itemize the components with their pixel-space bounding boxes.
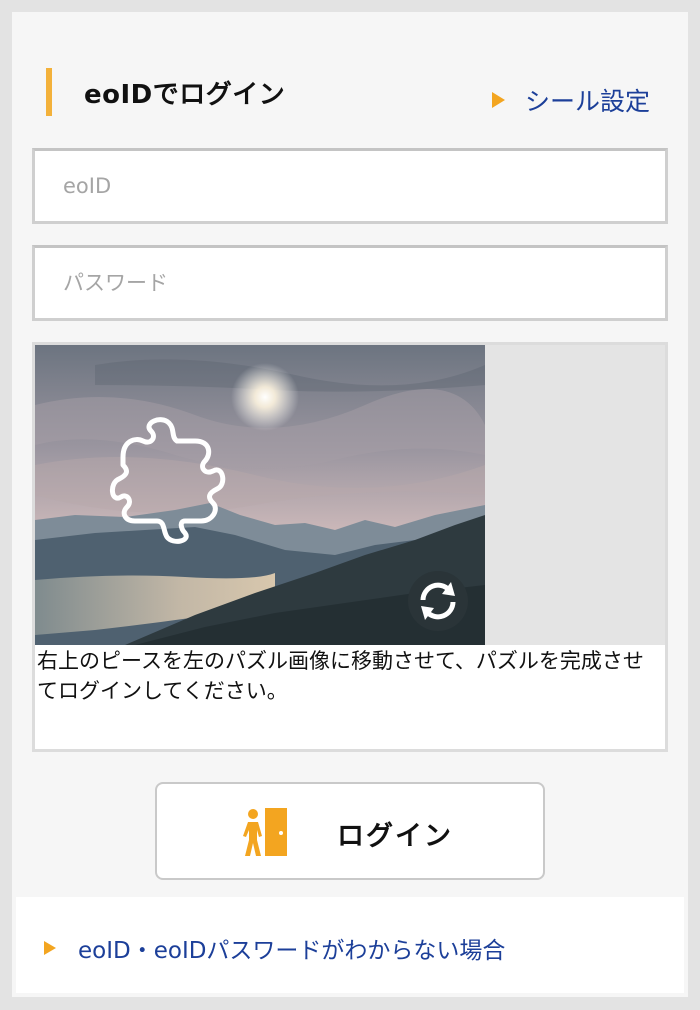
login-button-label: ログイン <box>337 821 453 852</box>
seal-settings-link[interactable]: シール設定 <box>491 82 650 118</box>
triangle-right-icon <box>44 941 56 955</box>
door-exit-icon <box>243 806 289 862</box>
eoid-input[interactable] <box>35 151 665 221</box>
page-title: eoIDでログイン <box>84 80 286 110</box>
login-card: eoIDでログイン シール設定 eoID 右上のピースを左のパズル画像に移動させ… <box>12 12 688 997</box>
header-accent-bar <box>46 68 52 116</box>
triangle-right-icon <box>491 92 505 108</box>
password-field-wrapper <box>32 245 668 321</box>
captcha-instruction: 右上のピースを左のパズル画像に移動させて、パズルを完成させてログインしてください… <box>37 649 644 703</box>
forgot-credentials-label: eoID・eoIDパスワードがわからない場合 <box>78 938 506 964</box>
login-button[interactable]: ログイン <box>155 782 545 880</box>
refresh-icon[interactable] <box>407 570 469 632</box>
password-input[interactable] <box>35 248 665 318</box>
seal-settings-label: シール設定 <box>524 87 650 116</box>
help-section: eoID・eoIDパスワードがわからない場合 <box>16 897 684 993</box>
eoid-field-wrapper <box>32 148 668 224</box>
forgot-credentials-link[interactable]: eoID・eoIDパスワードがわからない場合 <box>44 931 505 965</box>
puzzle-captcha: 右上のピースを左のパズル画像に移動させて、パズルを完成させてログインしてください… <box>32 342 668 752</box>
